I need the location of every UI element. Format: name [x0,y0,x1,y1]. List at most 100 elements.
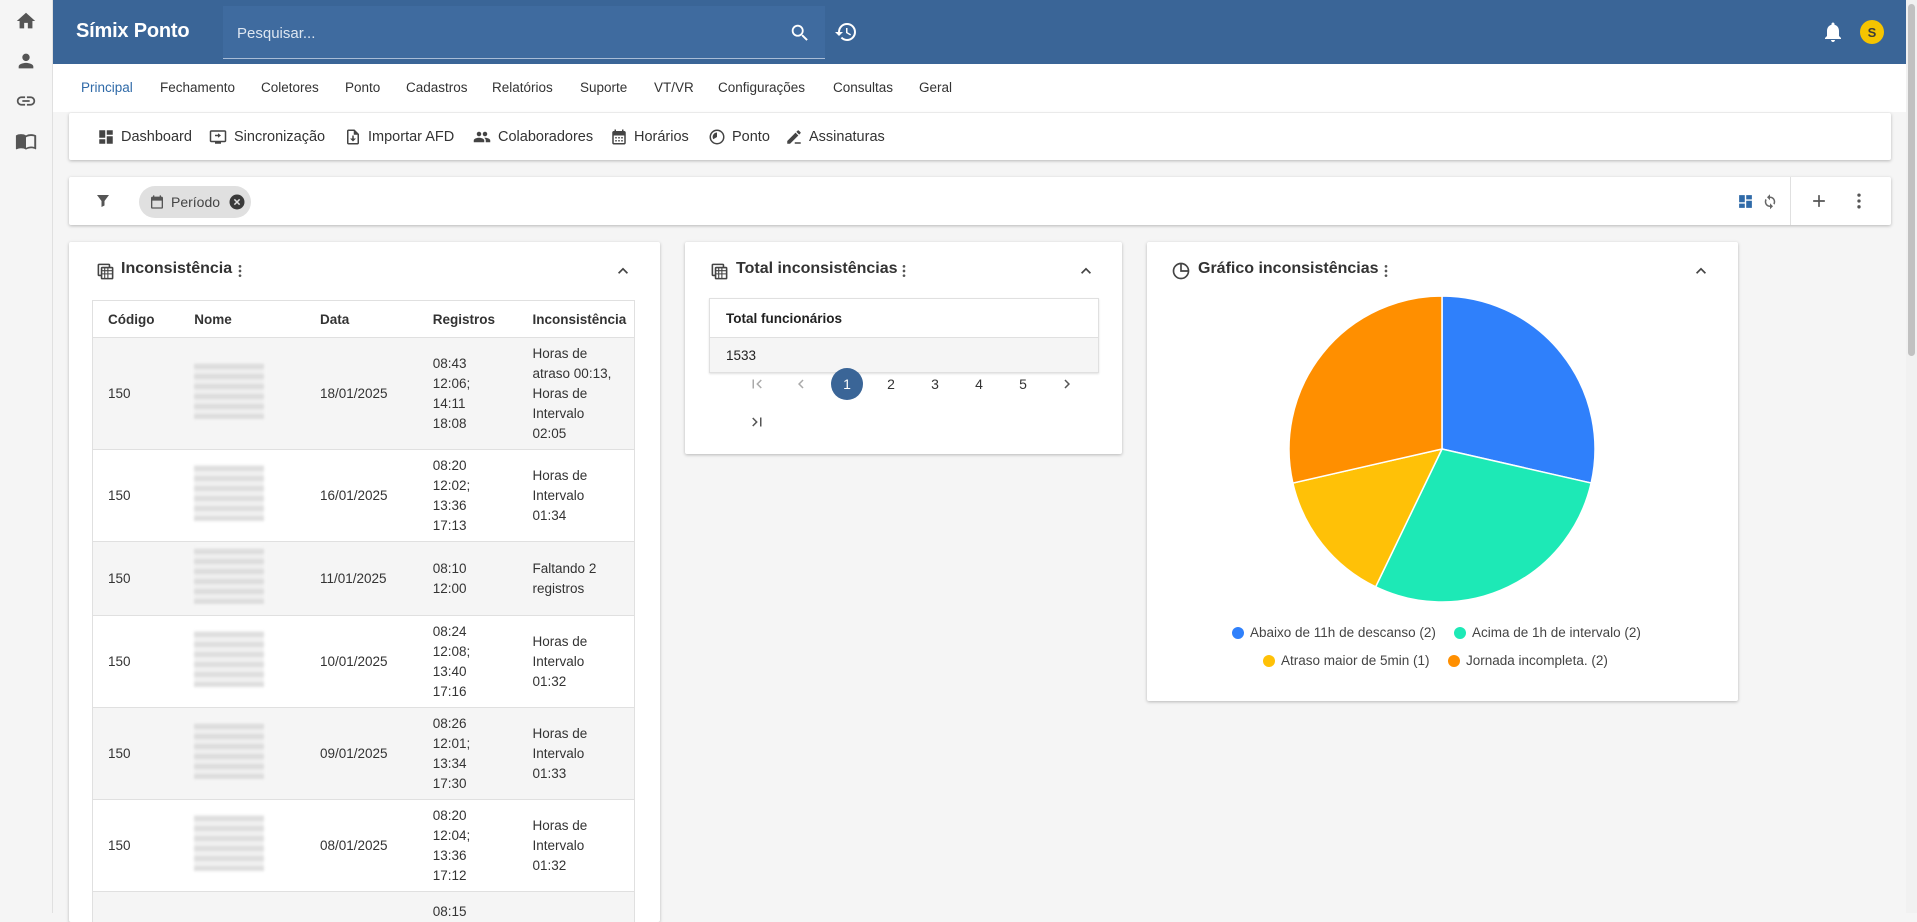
submenu-importar-afd[interactable]: Importar AFD [344,125,454,149]
page-button-3[interactable]: 3 [919,368,951,400]
col-total-funcionarios[interactable]: Total funcionários [710,299,1099,338]
inconsistencia-line: Intervalo [533,404,634,424]
col-data[interactable]: Data [305,301,418,338]
search-box[interactable] [223,6,825,59]
cell-codigo [93,892,180,922]
first-page-icon[interactable] [741,368,773,400]
inconsistencia-line: atraso 00:13, [533,364,634,384]
submenu-assinaturas[interactable]: Assinaturas [785,125,885,149]
registro-time: 12:06; [433,374,518,394]
refresh-icon[interactable] [1761,192,1779,210]
col-inconsistencia[interactable]: Inconsistência [518,301,635,338]
bell-icon[interactable] [1821,20,1845,44]
last-page-icon[interactable] [741,406,773,438]
person-icon[interactable] [13,48,39,74]
filter-icon[interactable] [93,191,113,211]
history-icon[interactable] [834,20,858,44]
menu-suporte[interactable]: Suporte [580,80,627,95]
menu-relatorios[interactable]: Relatórios [492,80,553,95]
submenu-sincronizacao[interactable]: Sincronização [208,125,325,149]
chevron-up-icon[interactable] [612,260,634,282]
next-page-icon[interactable] [1051,368,1083,400]
inconsistencia-line: Intervalo [533,652,634,672]
menu-geral[interactable]: Geral [919,80,952,95]
cell-codigo: 150 [93,542,180,616]
more-vert-icon[interactable] [232,261,248,281]
menu-cadastros[interactable]: Cadastros [406,80,468,95]
legend-item-3[interactable]: Jornada incompleta. (2) [1448,653,1608,668]
calendar-icon [149,194,165,210]
search-input[interactable] [235,20,759,46]
chevron-up-icon[interactable] [1690,260,1712,282]
inconsistencia-line: 01:32 [533,672,634,692]
page-button-2[interactable]: 2 [875,368,907,400]
submenu-ponto-label: Ponto [732,129,770,145]
add-icon[interactable] [1808,190,1830,212]
redacted-name [194,815,264,871]
calendar-icon [610,128,628,146]
col-registros[interactable]: Registros [418,301,518,338]
inconsistencia-table-body: 15018/01/202508:4312:06;14:1118:08Horas … [93,338,635,922]
registro-time: 08:10 [433,559,518,579]
submenu-colaboradores[interactable]: Colaboradores [472,125,593,149]
registro-time: 12:02; [433,476,518,496]
cell-data: 18/01/2025 [305,338,418,450]
home-icon[interactable] [13,8,39,34]
table-row[interactable]: 15016/01/202508:2012:02;13:3617:13Horas … [93,450,635,542]
registro-time: 18:08 [433,414,518,434]
link-icon[interactable] [13,88,39,114]
sync-screen-icon [208,128,228,146]
col-codigo[interactable]: Código [93,301,180,338]
legend-item-0[interactable]: Abaixo de 11h de descanso (2) [1232,625,1436,640]
menu-coletores[interactable]: Coletores [261,80,319,95]
menu-vt-vr[interactable]: VT/VR [654,80,694,95]
table-row[interactable]: 15009/01/202508:2612:01;13:3417:30Horas … [93,708,635,800]
col-nome[interactable]: Nome [179,301,305,338]
table-header-row: Código Nome Data Registros Inconsistênci… [93,301,635,338]
periodo-chip[interactable]: Período [139,186,251,218]
table-row[interactable]: 15010/01/202508:2412:08;13:4017:16Horas … [93,616,635,708]
chevron-up-icon[interactable] [1075,260,1097,282]
search-icon[interactable] [789,22,811,44]
menu-ponto[interactable]: Ponto [345,80,380,95]
side-rail [0,0,53,913]
prev-page-icon[interactable] [785,368,817,400]
registro-time: 17:12 [433,866,518,886]
menu-principal[interactable]: Principal [81,80,133,95]
signature-icon [785,128,803,146]
submenu-ponto[interactable]: Ponto [708,125,770,149]
inconsistencia-line: Intervalo [533,486,634,506]
legend-item-1[interactable]: Acima de 1h de intervalo (2) [1454,625,1641,640]
more-vert-icon[interactable] [896,261,912,281]
avatar[interactable]: S [1860,20,1884,44]
submenu-dashboard[interactable]: Dashboard [97,125,192,149]
menu-consultas[interactable]: Consultas [833,80,893,95]
table-row[interactable]: 15008/01/202508:2012:04;13:3617:12Horas … [93,800,635,892]
main-menu: Principal Fechamento Coletores Ponto Cad… [53,64,1906,112]
page-scrollbar[interactable] [1906,0,1917,913]
cell-codigo: 150 [93,450,180,542]
scrollbar-thumb[interactable] [1908,4,1915,356]
book-icon[interactable] [13,128,39,154]
pie-slice-3[interactable] [1289,296,1442,483]
more-vert-icon[interactable] [1378,261,1394,281]
close-circle-icon[interactable] [228,193,246,211]
menu-configuracoes[interactable]: Configurações [718,80,805,95]
registro-time: 12:01; [433,734,518,754]
page-button-1[interactable]: 1 [831,368,863,400]
table-row[interactable]: 15011/01/202508:1012:00Faltando 2registr… [93,542,635,616]
table-row[interactable]: 15018/01/202508:4312:06;14:1118:08Horas … [93,338,635,450]
cell-codigo: 150 [93,616,180,708]
page-button-4[interactable]: 4 [963,368,995,400]
table-row[interactable]: 08:15 [93,892,635,922]
table-icon [709,261,729,281]
dashboard-icon [97,128,115,146]
more-vert-icon[interactable] [1848,190,1870,212]
app-title[interactable]: Símix Ponto [76,20,189,43]
top-app-bar: Símix Ponto S [53,0,1906,64]
page-button-5[interactable]: 5 [1007,368,1039,400]
layout-grid-icon[interactable] [1736,192,1754,210]
legend-item-2[interactable]: Atraso maior de 5min (1) [1263,653,1430,668]
menu-fechamento[interactable]: Fechamento [160,80,235,95]
submenu-horarios[interactable]: Horários [610,125,689,149]
